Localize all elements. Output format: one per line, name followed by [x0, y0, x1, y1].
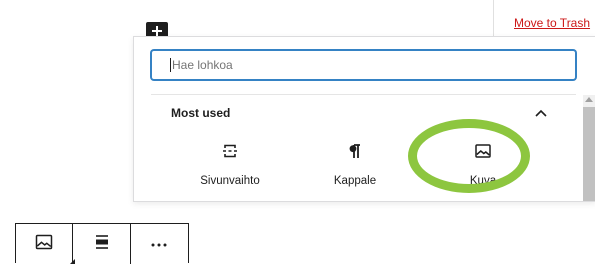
scroll-up-arrow-icon[interactable] [585, 97, 593, 102]
page-break-icon [220, 139, 240, 163]
panel-title: Most used [171, 106, 231, 120]
paragraph-icon [345, 139, 365, 163]
text-caret [170, 58, 171, 72]
more-options-icon [149, 235, 169, 253]
plus-icon [152, 25, 162, 36]
chevron-up-icon[interactable] [531, 103, 551, 123]
align-button[interactable] [73, 224, 131, 264]
move-to-trash-link[interactable]: Move to Trash [514, 16, 590, 30]
panel-divider [151, 94, 576, 95]
most-used-panel-header[interactable]: Most used [171, 103, 551, 123]
block-label: Kuva [469, 175, 497, 187]
block-toolbar [15, 223, 189, 264]
block-item-page-break[interactable]: Sivunvaihto [175, 139, 285, 197]
block-search-input[interactable] [151, 50, 576, 80]
more-options-button[interactable] [131, 224, 188, 264]
image-icon [34, 232, 54, 257]
block-label: Sivunvaihto [200, 175, 260, 187]
block-search [151, 50, 576, 80]
block-item-image[interactable]: Kuva [428, 139, 538, 197]
image-icon [473, 139, 493, 163]
scrollbar-thumb[interactable] [583, 107, 595, 201]
align-icon [92, 232, 112, 257]
block-item-paragraph[interactable]: Kappale [300, 139, 410, 197]
block-type-button[interactable] [16, 224, 76, 264]
block-inserter-popover: Most used Sivunvaihto Kappale [133, 36, 595, 202]
inserter-scrollbar[interactable] [583, 95, 595, 201]
block-label: Kappale [333, 175, 377, 187]
